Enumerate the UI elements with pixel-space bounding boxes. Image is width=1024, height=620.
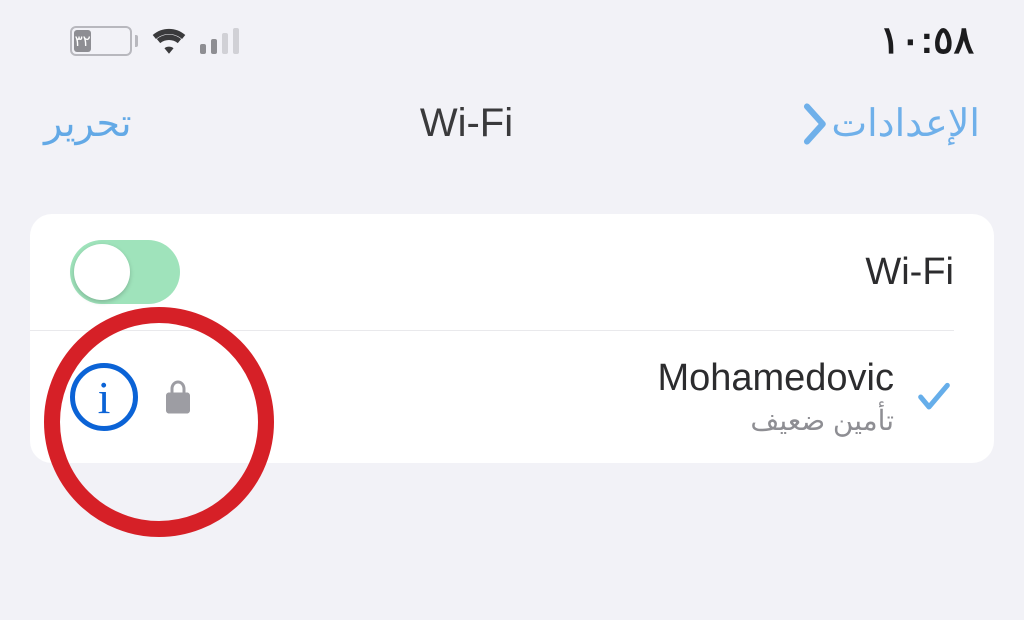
toggle-knob [74,244,130,300]
edit-button[interactable]: تحرير [44,101,132,146]
network-security-note: تأمين ضعيف [192,404,894,437]
back-button[interactable]: الإعدادات [801,101,980,146]
wifi-status-icon [152,28,186,54]
connected-network-row[interactable]: Mohamedovic تأمين ضعيف i [30,330,954,463]
chevron-right-icon [801,103,827,145]
info-icon[interactable]: i [70,363,138,431]
nav-bar: الإعدادات Wi-Fi تحرير [0,73,1024,180]
battery-level-text: ٣٢ [74,30,91,52]
status-time: ١٠:٥٨ [880,18,974,63]
nav-back-label: الإعدادات [831,101,980,146]
battery-indicator: ٣٢ [70,26,138,56]
wifi-toggle-row: Wi-Fi [30,214,994,330]
info-glyph: i [98,371,111,424]
cellular-signal-icon [200,28,239,54]
lock-icon [164,379,192,415]
wifi-toggle[interactable] [70,240,180,304]
network-ssid: Mohamedovic [192,357,894,400]
wifi-settings-list: Wi-Fi Mohamedovic تأمين ضعيف i [30,214,994,463]
checkmark-icon [914,377,954,417]
status-bar: ٣٢ ١٠:٥٨ [0,0,1024,73]
page-title: Wi-Fi [420,101,513,146]
wifi-toggle-label: Wi-Fi [865,251,954,294]
status-left: ٣٢ [70,26,239,56]
network-row-trailing: i [70,363,192,431]
